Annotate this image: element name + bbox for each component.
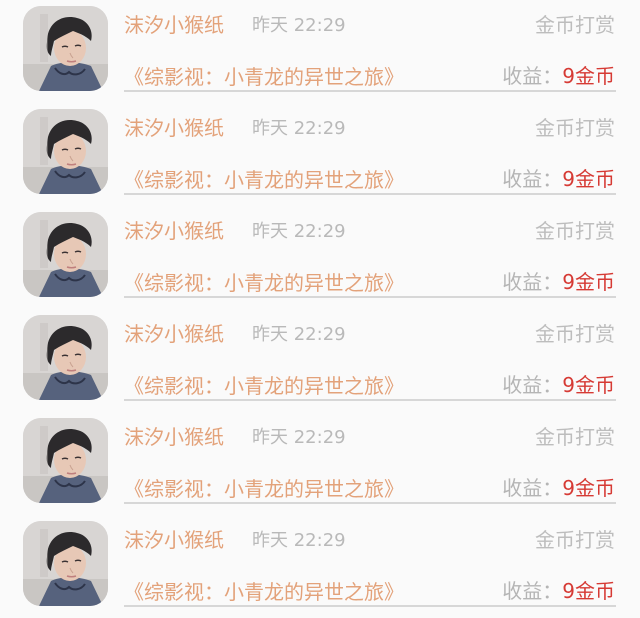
income-label: 收益： [502,64,563,88]
income-label: 收益： [502,476,563,500]
avatar[interactable] [23,212,108,297]
income: 收益：9金币 [502,266,615,295]
list-item[interactable]: 沫汐小猴纸 昨天 22:29 金币打赏 《综影视：小青龙的异世之旅》 收益：9金… [0,0,640,103]
divider [124,399,616,401]
avatar[interactable] [23,109,108,194]
income-value: 9金币 [562,167,615,191]
book-title[interactable]: 《综影视：小青龙的异世之旅》 [124,61,404,90]
income-value: 9金币 [562,64,615,88]
income: 收益：9金币 [502,472,615,501]
timestamp: 昨天 22:29 [252,427,346,448]
list-item[interactable]: 沫汐小猴纸 昨天 22:29 金币打赏 《综影视：小青龙的异世之旅》 收益：9金… [0,206,640,309]
sender-name[interactable]: 沫汐小猴纸 [124,112,224,141]
transaction-type: 金币打赏 [535,425,615,449]
income: 收益：9金币 [502,369,615,398]
transaction-type: 金币打赏 [535,116,615,140]
sender-name[interactable]: 沫汐小猴纸 [124,318,224,347]
book-title[interactable]: 《综影视：小青龙的异世之旅》 [124,576,404,605]
avatar[interactable] [23,521,108,606]
transaction-type: 金币打赏 [535,322,615,346]
avatar[interactable] [23,418,108,503]
sender-name[interactable]: 沫汐小猴纸 [124,9,224,38]
sender-name[interactable]: 沫汐小猴纸 [124,421,224,450]
income-label: 收益： [502,373,563,397]
avatar[interactable] [23,6,108,91]
income-value: 9金币 [562,476,615,500]
transaction-type: 金币打赏 [535,13,615,37]
list-item[interactable]: 沫汐小猴纸 昨天 22:29 金币打赏 《综影视：小青龙的异世之旅》 收益：9金… [0,412,640,515]
divider [124,605,616,607]
income-label: 收益： [502,270,563,294]
timestamp: 昨天 22:29 [252,118,346,139]
income-label: 收益： [502,167,563,191]
avatar[interactable] [23,315,108,400]
list-item[interactable]: 沫汐小猴纸 昨天 22:29 金币打赏 《综影视：小青龙的异世之旅》 收益：9金… [0,515,640,618]
divider [124,193,616,195]
income-label: 收益： [502,579,563,603]
list-item[interactable]: 沫汐小猴纸 昨天 22:29 金币打赏 《综影视：小青龙的异世之旅》 收益：9金… [0,309,640,412]
divider [124,296,616,298]
income: 收益：9金币 [502,60,615,89]
divider [124,90,616,92]
book-title[interactable]: 《综影视：小青龙的异世之旅》 [124,370,404,399]
income-value: 9金币 [562,373,615,397]
sender-name[interactable]: 沫汐小猴纸 [124,215,224,244]
income-value: 9金币 [562,579,615,603]
timestamp: 昨天 22:29 [252,221,346,242]
income: 收益：9金币 [502,575,615,604]
divider [124,502,616,504]
transaction-type: 金币打赏 [535,219,615,243]
list-item[interactable]: 沫汐小猴纸 昨天 22:29 金币打赏 《综影视：小青龙的异世之旅》 收益：9金… [0,103,640,206]
book-title[interactable]: 《综影视：小青龙的异世之旅》 [124,164,404,193]
timestamp: 昨天 22:29 [252,530,346,551]
timestamp: 昨天 22:29 [252,324,346,345]
book-title[interactable]: 《综影视：小青龙的异世之旅》 [124,473,404,502]
timestamp: 昨天 22:29 [252,15,346,36]
income: 收益：9金币 [502,163,615,192]
income-value: 9金币 [562,270,615,294]
reward-list: 沫汐小猴纸 昨天 22:29 金币打赏 《综影视：小青龙的异世之旅》 收益：9金… [0,0,640,615]
sender-name[interactable]: 沫汐小猴纸 [124,524,224,553]
book-title[interactable]: 《综影视：小青龙的异世之旅》 [124,267,404,296]
transaction-type: 金币打赏 [535,528,615,552]
